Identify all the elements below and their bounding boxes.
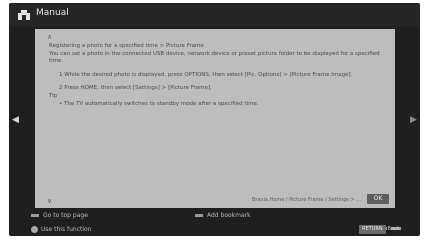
top-bar: Manual: [9, 3, 420, 27]
tip-label: Tip: [49, 92, 58, 99]
return-badge: RETURN: [359, 225, 386, 234]
hint-add-bookmark-label: Add bookmark: [207, 212, 251, 219]
hint-go-to-top-label: Go to top page: [43, 212, 88, 219]
hint-go-to-top[interactable]: Go to top page: [31, 212, 88, 220]
tv-screen: Manual ◀ ▶ ∧ Registering a photo for a s…: [9, 3, 420, 236]
manual-content-panel: ∧ Registering a photo for a specified ti…: [35, 29, 395, 208]
section-intro: You can set a photo in the connected USB…: [49, 50, 380, 65]
use-function-label: Use this function: [41, 226, 92, 233]
back-label: Back: [387, 226, 400, 232]
step-item: 2 Press HOME, then select [Settings] > […: [59, 85, 212, 92]
hint-add-bookmark[interactable]: Add bookmark: [195, 212, 251, 220]
previous-page-arrow-icon[interactable]: ◀: [12, 115, 19, 125]
globe-icon: [31, 226, 38, 233]
scroll-up-icon[interactable]: ∧: [47, 33, 52, 41]
remote-button-icon: [31, 214, 39, 217]
related-links-text: Bravia Home / Picture Frame / Settings >…: [251, 197, 361, 203]
scroll-down-icon[interactable]: ∨: [47, 197, 52, 205]
page-title: Manual: [36, 8, 69, 18]
next-page-arrow-icon[interactable]: ▶: [410, 115, 417, 125]
manual-text: Registering a photo for a specified time…: [49, 43, 381, 108]
section-heading: Registering a photo for a specified time…: [49, 43, 204, 49]
home-icon: [18, 10, 30, 20]
use-function-hint[interactable]: Use this function: [31, 225, 91, 234]
ok-button[interactable]: OK: [367, 194, 389, 204]
step-item: 1 While the desired photo is displayed, …: [59, 71, 353, 78]
remote-button-icon: [195, 214, 203, 217]
tip-item: • The TV automatically switches to stand…: [59, 100, 259, 107]
back-hint[interactable]: RETURN Back: [359, 225, 400, 234]
